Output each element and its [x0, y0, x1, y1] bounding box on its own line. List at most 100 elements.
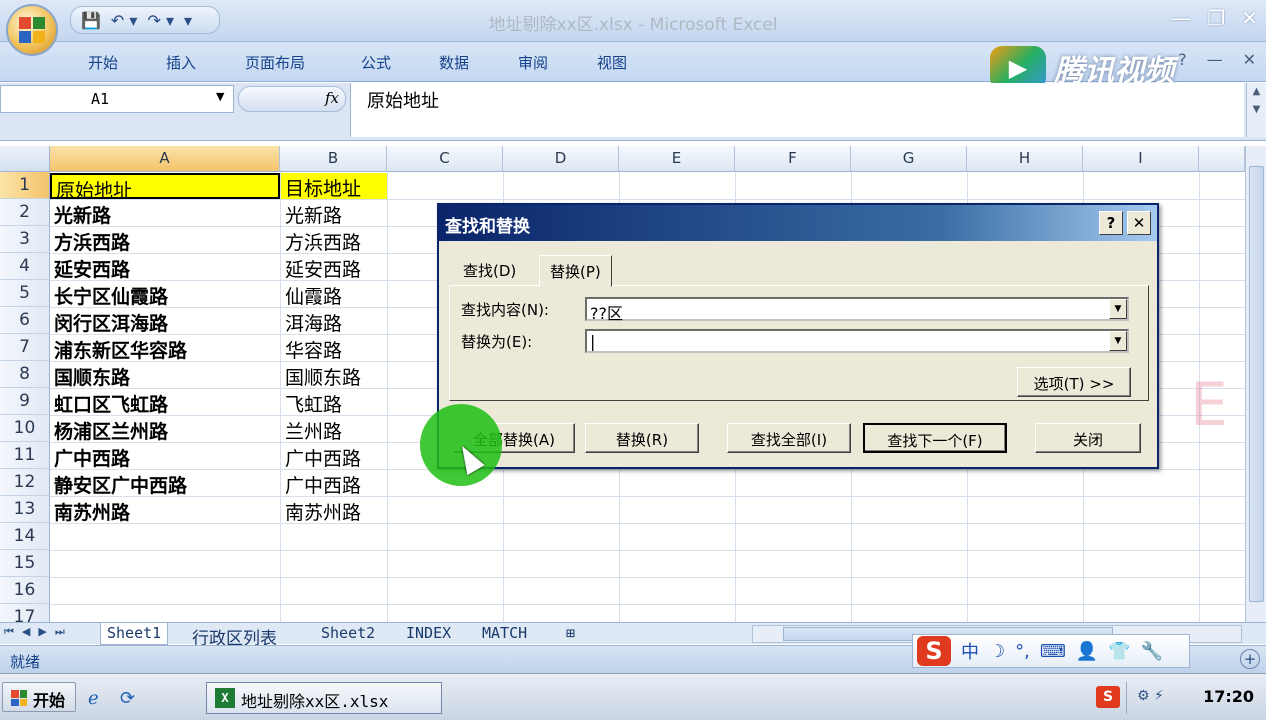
tab-replace[interactable]: 替换(P) [539, 255, 612, 287]
wrench-icon[interactable]: 🔧 [1141, 641, 1163, 662]
office-button[interactable] [6, 4, 58, 56]
tab-data[interactable]: 数据 [439, 52, 469, 73]
row-header[interactable]: 10 [0, 415, 50, 442]
zoom-in-button[interactable]: + [1240, 649, 1260, 669]
tab-page-layout[interactable]: 页面布局 [245, 52, 305, 73]
column-header-d[interactable]: D [503, 146, 619, 172]
tab-view[interactable]: 视图 [597, 52, 627, 73]
cell-b5[interactable]: 仙霞路 [281, 281, 387, 307]
user-icon[interactable]: 👤 [1076, 641, 1098, 662]
cell-a2[interactable]: 光新路 [50, 200, 280, 226]
row-header[interactable]: 11 [0, 442, 50, 469]
ime-mode-chinese[interactable]: 中 [961, 638, 979, 664]
row-header[interactable]: 6 [0, 307, 50, 334]
row-header[interactable]: 16 [0, 577, 50, 604]
cell-a13[interactable]: 南苏州路 [50, 497, 280, 523]
cell-a9[interactable]: 虹口区飞虹路 [50, 389, 280, 415]
restore-button[interactable]: ❐ [1207, 6, 1225, 30]
select-all-corner[interactable] [0, 146, 50, 172]
sheet-tab-sheet1[interactable]: Sheet1 [100, 623, 169, 645]
keyboard-icon[interactable]: ⌨ [1040, 641, 1066, 662]
column-header-c[interactable]: C [387, 146, 503, 172]
scrollbar-thumb[interactable] [1249, 166, 1264, 602]
row-header[interactable]: 8 [0, 361, 50, 388]
column-header-h[interactable]: H [967, 146, 1083, 172]
sheet-tab-sheet2[interactable]: Sheet2 [315, 623, 381, 645]
minimize-button[interactable]: — [1171, 6, 1191, 30]
cell-b2[interactable]: 光新路 [281, 200, 387, 226]
row-header[interactable]: 12 [0, 469, 50, 496]
start-button[interactable]: 开始 [2, 682, 76, 712]
dialog-help-button[interactable]: ? [1099, 211, 1123, 235]
cell-a5[interactable]: 长宁区仙霞路 [50, 281, 280, 307]
row-header[interactable]: 13 [0, 496, 50, 523]
insert-function-icon[interactable]: fx [325, 89, 339, 107]
formula-expand-scroll[interactable]: ▲ ▼ [1246, 83, 1266, 137]
column-header-g[interactable]: G [851, 146, 967, 172]
punctuation-icon[interactable]: °, [1015, 641, 1030, 662]
replace-button[interactable]: 替换(R) [585, 423, 699, 453]
cell-b9[interactable]: 飞虹路 [281, 389, 387, 415]
row-header[interactable]: 7 [0, 334, 50, 361]
workbook-minimize-button[interactable]: — [1207, 50, 1223, 69]
column-header-a[interactable]: A [50, 146, 280, 172]
cell-a8[interactable]: 国顺东路 [50, 362, 280, 388]
tab-review[interactable]: 审阅 [518, 52, 548, 73]
row-header[interactable]: 1 [0, 172, 50, 199]
cell-a7[interactable]: 浦东新区华容路 [50, 335, 280, 361]
help-icon[interactable]: ? [1178, 50, 1187, 69]
moon-icon[interactable]: ☽ [989, 641, 1005, 662]
first-sheet-icon[interactable]: ⏮ [4, 625, 14, 639]
cell-a1[interactable]: 原始地址 [50, 173, 280, 199]
column-header-i[interactable]: I [1083, 146, 1199, 172]
row-header[interactable]: 2 [0, 199, 50, 226]
row-header[interactable]: 17 [0, 604, 50, 622]
skin-icon[interactable]: 👕 [1108, 641, 1130, 662]
tab-find[interactable]: 查找(D) [453, 255, 526, 285]
tab-home[interactable]: 开始 [88, 52, 118, 73]
cell-b11[interactable]: 广中西路 [281, 443, 387, 469]
tab-formulas[interactable]: 公式 [361, 52, 391, 73]
cell-a11[interactable]: 广中西路 [50, 443, 280, 469]
find-what-input[interactable]: ??区 ▼ [585, 297, 1129, 323]
name-box[interactable]: A1 [0, 85, 234, 113]
cell-b12[interactable]: 广中西路 [281, 470, 387, 496]
close-dialog-button[interactable]: 关闭 [1035, 423, 1141, 453]
cell-b6[interactable]: 洱海路 [281, 308, 387, 334]
find-next-button[interactable]: 查找下一个(F) [863, 423, 1007, 453]
next-sheet-icon[interactable]: ▶ [38, 625, 46, 639]
insert-sheet-icon[interactable]: ⊞ [560, 623, 581, 645]
sheet-tab-index[interactable]: INDEX [400, 623, 457, 645]
chevron-down-icon[interactable]: ▼ [216, 90, 224, 103]
column-header-f[interactable]: F [735, 146, 851, 172]
cell-b10[interactable]: 兰州路 [281, 416, 387, 442]
chevron-down-icon[interactable]: ▼ [1109, 331, 1127, 351]
vertical-scrollbar[interactable] [1245, 146, 1266, 622]
row-header[interactable]: 9 [0, 388, 50, 415]
cell-b7[interactable]: 华容路 [281, 335, 387, 361]
row-header[interactable]: 4 [0, 253, 50, 280]
replace-with-input[interactable]: | ▼ [585, 329, 1129, 353]
row-header[interactable]: 5 [0, 280, 50, 307]
ie-icon[interactable]: ℯ [88, 688, 99, 709]
sogou-tray-icon[interactable]: S [1096, 686, 1120, 708]
close-button[interactable]: ✕ [1241, 6, 1258, 30]
sheet-tab-district-list[interactable]: 行政区列表 [186, 623, 283, 649]
tray-icons[interactable]: ⚙ ⚡ [1137, 688, 1164, 704]
options-button[interactable]: 选项(T) >> [1017, 367, 1131, 397]
find-all-button[interactable]: 查找全部(I) [727, 423, 851, 453]
column-header-b[interactable]: B [280, 146, 387, 172]
cell-a10[interactable]: 杨浦区兰州路 [50, 416, 280, 442]
cell-a6[interactable]: 闵行区洱海路 [50, 308, 280, 334]
cell-a4[interactable]: 延安西路 [50, 254, 280, 280]
cell-b4[interactable]: 延安西路 [281, 254, 387, 280]
row-header[interactable]: 15 [0, 550, 50, 577]
column-header-e[interactable]: E [619, 146, 735, 172]
column-header-j[interactable] [1199, 146, 1245, 172]
tab-insert[interactable]: 插入 [166, 52, 196, 73]
workbook-close-button[interactable]: ✕ [1243, 50, 1256, 69]
row-header[interactable]: 14 [0, 523, 50, 550]
cell-a3[interactable]: 方浜西路 [50, 227, 280, 253]
cell-b1[interactable]: 目标地址 [281, 173, 387, 199]
cell-b8[interactable]: 国顺东路 [281, 362, 387, 388]
